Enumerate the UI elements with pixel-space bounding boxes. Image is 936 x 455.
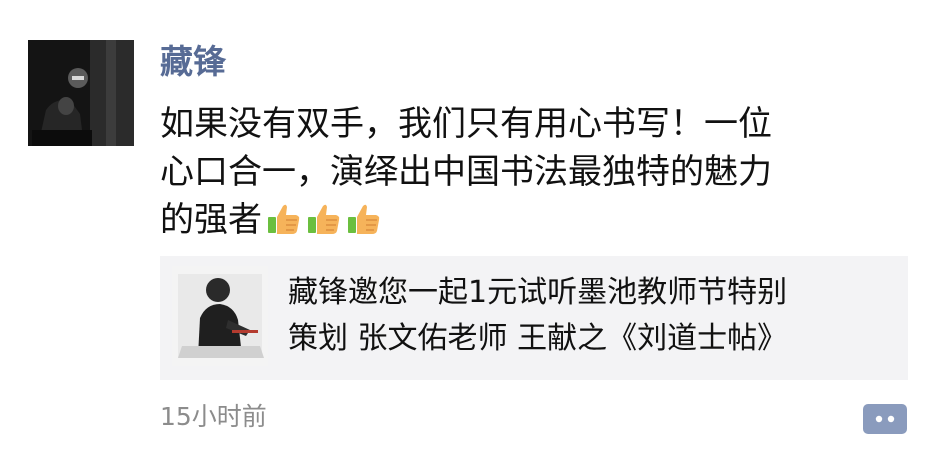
post-text: 如果没有双手，我们只有用心书写！一位 心口合一，演绎出中国书法最独特的魅力 的强…: [160, 100, 880, 244]
thumbs-up-icon: [266, 201, 302, 237]
shared-link-thumbnail: [172, 266, 268, 366]
avatar[interactable]: [28, 40, 134, 146]
comment-button[interactable]: [862, 400, 908, 438]
post-timestamp: 15小时前: [160, 402, 267, 431]
post-text-line-end: 的强者: [160, 200, 262, 240]
emoji-group: [266, 201, 386, 250]
shared-link-title: 藏锋邀您一起1元试听墨池教师节特别 策划 张文佑老师 王献之《刘道士帖》: [288, 270, 898, 362]
shared-link-card[interactable]: 藏锋邀您一起1元试听墨池教师节特别 策划 张文佑老师 王献之《刘道士帖》: [160, 256, 908, 380]
shared-link-title-line: 策划 张文佑老师 王献之《刘道士帖》: [288, 321, 788, 356]
moments-post: 藏锋 如果没有双手，我们只有用心书写！一位 心口合一，演绎出中国书法最独特的魅力…: [0, 0, 936, 455]
shared-link-title-line: 藏锋邀您一起1元试听墨池教师节特别: [288, 275, 788, 310]
thumbs-up-icon: [306, 201, 342, 237]
post-text-line: 的强者: [160, 196, 880, 244]
thumbs-up-icon: [346, 201, 382, 237]
post-text-line: 如果没有双手，我们只有用心书写！一位: [160, 104, 772, 144]
author-name[interactable]: 藏锋: [160, 40, 226, 84]
comment-more-icon: [863, 404, 907, 434]
post-text-line: 心口合一，演绎出中国书法最独特的魅力: [160, 152, 772, 192]
